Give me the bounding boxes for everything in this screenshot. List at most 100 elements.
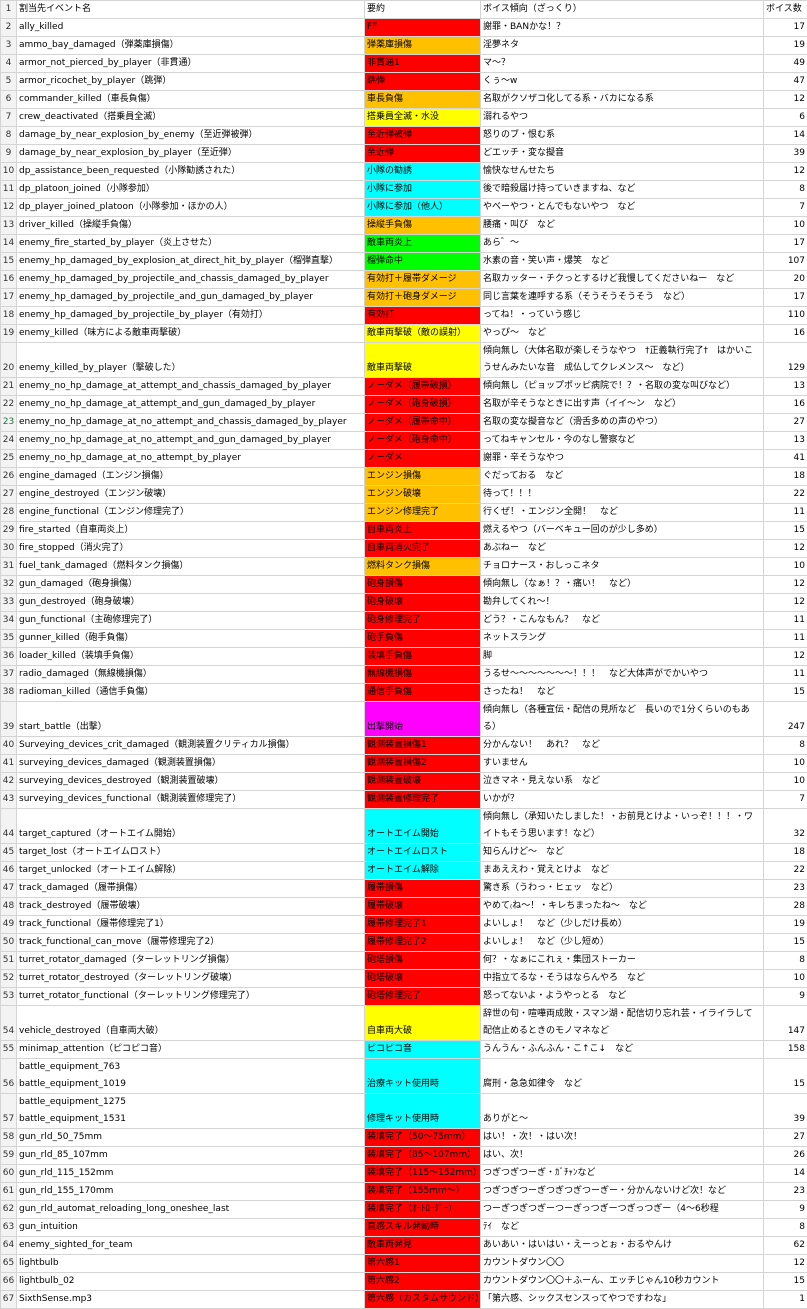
event-name-cell[interactable]: enemy_no_hp_damage_at_no_attempt_and_cha… [17, 414, 365, 432]
row-number[interactable]: 10 [1, 163, 17, 181]
row-number[interactable]: 44 [1, 809, 17, 844]
voice-trend-cell[interactable]: つぎつぎつーぎ・ｶﾞﾁｬﾝなど [481, 1165, 764, 1183]
summary-cell[interactable]: 車長負傷 [365, 91, 481, 109]
event-name-cell[interactable]: enemy_killed_by_player（撃破した） [17, 343, 365, 378]
event-name-cell[interactable]: enemy_hp_damaged_by_projectile_and_gun_d… [17, 289, 365, 307]
row-number[interactable]: 36 [1, 648, 17, 666]
voice-count-cell[interactable]: 12 [764, 594, 807, 612]
row-number[interactable]: 41 [1, 755, 17, 773]
voice-trend-cell[interactable]: 怒ってないよ・ようやっとる など [481, 988, 764, 1006]
event-name-cell[interactable]: damage_by_near_explosion_by_enemy（至近弾被弾） [17, 127, 365, 145]
summary-cell[interactable]: 砲身修理完了 [365, 612, 481, 630]
voice-count-cell[interactable]: 13 [764, 432, 807, 450]
voice-count-cell[interactable]: 129 [764, 343, 807, 378]
voice-count-cell[interactable]: 8 [764, 952, 807, 970]
voice-count-cell[interactable]: 27 [764, 414, 807, 432]
event-name-cell[interactable]: armor_ricochet_by_player（跳弾） [17, 73, 365, 91]
voice-trend-cell[interactable]: 燃えるやつ（バーベキュー回のが少し多め） [481, 522, 764, 540]
voice-trend-cell[interactable]: 腰痛・叫び など [481, 217, 764, 235]
voice-trend-cell[interactable]: ﾃｲ など [481, 1219, 764, 1237]
voice-trend-cell[interactable]: ってねキャンセル・今のなし警察など [481, 432, 764, 450]
summary-cell[interactable]: ノーダメ（砲身命中） [365, 432, 481, 450]
row-number[interactable]: 64 [1, 1237, 17, 1255]
summary-cell[interactable]: エンジン修理完了 [365, 504, 481, 522]
voice-trend-cell[interactable]: 傾向無し（各種宣伝・配信の見所など 長いので1分くらいのもある） [481, 702, 764, 737]
header-voice-count[interactable]: ボイス数 [764, 1, 807, 19]
voice-trend-cell[interactable]: 泣きマネ・見えない系 など [481, 773, 764, 791]
voice-trend-cell[interactable]: 謝罪・辛そうなやつ [481, 450, 764, 468]
summary-cell[interactable]: 装填完了（85～107mm） [365, 1147, 481, 1165]
header-voice-trend[interactable]: ボイス傾向（ざっくり） [481, 1, 764, 19]
row-number[interactable]: 65 [1, 1255, 17, 1273]
voice-count-cell[interactable]: 18 [764, 468, 807, 486]
event-name-cell[interactable]: track_functional（履帯修理完了1） [17, 916, 365, 934]
event-name-cell[interactable]: target_lost（オートエイムロスト） [17, 844, 365, 862]
voice-trend-cell[interactable]: あいあい・はいはい・えーっとぉ・おるやんけ [481, 1237, 764, 1255]
event-name-cell[interactable]: engine_functional（エンジン修理完了） [17, 504, 365, 522]
summary-cell[interactable]: 履帯損傷 [365, 880, 481, 898]
summary-cell[interactable]: 出撃開始 [365, 702, 481, 737]
summary-cell[interactable]: オートエイム解除 [365, 862, 481, 880]
summary-cell[interactable]: 至近弾被弾 [365, 127, 481, 145]
voice-trend-cell[interactable]: まあええわ・覚えとけよ など [481, 862, 764, 880]
event-name-cell[interactable]: gun_functional（主砲修理完了） [17, 612, 365, 630]
voice-count-cell[interactable]: 14 [764, 1165, 807, 1183]
voice-count-cell[interactable]: 12 [764, 648, 807, 666]
event-name-cell[interactable]: enemy_fire_started_by_player（炎上させた） [17, 235, 365, 253]
row-number[interactable]: 16 [1, 271, 17, 289]
event-name-cell[interactable]: enemy_killed（味方による敵車両撃破） [17, 325, 365, 343]
voice-count-cell[interactable]: 12 [764, 163, 807, 181]
summary-cell[interactable]: 観測装置破壊 [365, 773, 481, 791]
event-name-cell[interactable]: turret_rotator_destroyed（ターレットリング破壊） [17, 970, 365, 988]
voice-trend-cell[interactable]: 名取が辛そうなときに出す声（イイ～ン など） [481, 396, 764, 414]
voice-trend-cell[interactable]: 腐刑・急急如律令 など [481, 1059, 764, 1094]
voice-trend-cell[interactable]: 傾向無し（承知いたしました！・お前見とけよ・いっぞ！！！・ワイトもそう思います！… [481, 809, 764, 844]
voice-trend-cell[interactable]: どエッチ・変な擬音 [481, 145, 764, 163]
voice-trend-cell[interactable]: 脚 [481, 648, 764, 666]
voice-trend-cell[interactable]: やめて₍ね～！・キレちまったね～ など [481, 898, 764, 916]
voice-trend-cell[interactable]: うるせ～～～～～～～！！！ など大体声がでかいやつ [481, 666, 764, 684]
voice-trend-cell[interactable]: よいしょ！ など（少し短め） [481, 934, 764, 952]
event-name-cell[interactable]: engine_destroyed（エンジン破壊） [17, 486, 365, 504]
event-name-cell[interactable]: gun_rld_155_170mm [17, 1183, 365, 1201]
row-number[interactable]: 43 [1, 791, 17, 809]
summary-cell[interactable]: 履帯修理完了2 [365, 934, 481, 952]
voice-count-cell[interactable]: 6 [764, 109, 807, 127]
voice-count-cell[interactable]: 12 [764, 91, 807, 109]
voice-trend-cell[interactable]: やべーやつ・とんでもないやつ など [481, 199, 764, 217]
summary-cell[interactable]: 小隊に参加（他人） [365, 199, 481, 217]
summary-cell[interactable]: 第六感2 [365, 1273, 481, 1291]
voice-count-cell[interactable]: 19 [764, 916, 807, 934]
event-name-cell[interactable]: gun_rld_85_107mm [17, 1147, 365, 1165]
voice-count-cell[interactable]: 18 [764, 844, 807, 862]
event-name-cell[interactable]: enemy_no_hp_damage_at_attempt_and_chassi… [17, 378, 365, 396]
voice-trend-cell[interactable]: 知らんけど～ など [481, 844, 764, 862]
voice-trend-cell[interactable]: あぶねー など [481, 540, 764, 558]
voice-trend-cell[interactable]: やっぴ～ など [481, 325, 764, 343]
voice-trend-cell[interactable]: 辞世の句・喧嘩両成敗・スマン湖・配信切り忘れ芸・イライラして配信止めるときのモノ… [481, 1006, 764, 1041]
row-number[interactable]: 18 [1, 307, 17, 325]
summary-cell[interactable]: 非貫通1 [365, 55, 481, 73]
event-name-cell[interactable]: ally_killed [17, 19, 365, 37]
row-number[interactable]: 13 [1, 217, 17, 235]
summary-cell[interactable]: 観測装置修理完了 [365, 791, 481, 809]
event-name-cell[interactable]: gunner_killed（砲手負傷） [17, 630, 365, 648]
row-number[interactable]: 37 [1, 666, 17, 684]
header-summary[interactable]: 要約 [365, 1, 481, 19]
voice-count-cell[interactable]: 1 [764, 1291, 807, 1309]
event-name-cell[interactable]: fire_started（自車両炎上） [17, 522, 365, 540]
voice-count-cell[interactable]: 110 [764, 307, 807, 325]
event-name-cell[interactable]: commander_killed（車長負傷） [17, 91, 365, 109]
row-number[interactable]: 25 [1, 450, 17, 468]
summary-cell[interactable]: 小隊の勧誘 [365, 163, 481, 181]
voice-count-cell[interactable]: 11 [764, 504, 807, 522]
voice-trend-cell[interactable]: 同じ言葉を連呼する系（そうそうそうそう など） [481, 289, 764, 307]
row-number[interactable]: 39 [1, 702, 17, 737]
voice-count-cell[interactable]: 39 [764, 145, 807, 163]
event-name-cell[interactable]: turret_rotator_damaged（ターレットリング損傷） [17, 952, 365, 970]
summary-cell[interactable]: 砲塔損傷 [365, 952, 481, 970]
event-name-cell[interactable]: enemy_hp_damaged_by_projectile_and_chass… [17, 271, 365, 289]
voice-count-cell[interactable]: 16 [764, 396, 807, 414]
voice-trend-cell[interactable]: 勘弁してくれ～！ [481, 594, 764, 612]
event-name-cell[interactable]: ammo_bay_damaged（弾薬庫損傷） [17, 37, 365, 55]
